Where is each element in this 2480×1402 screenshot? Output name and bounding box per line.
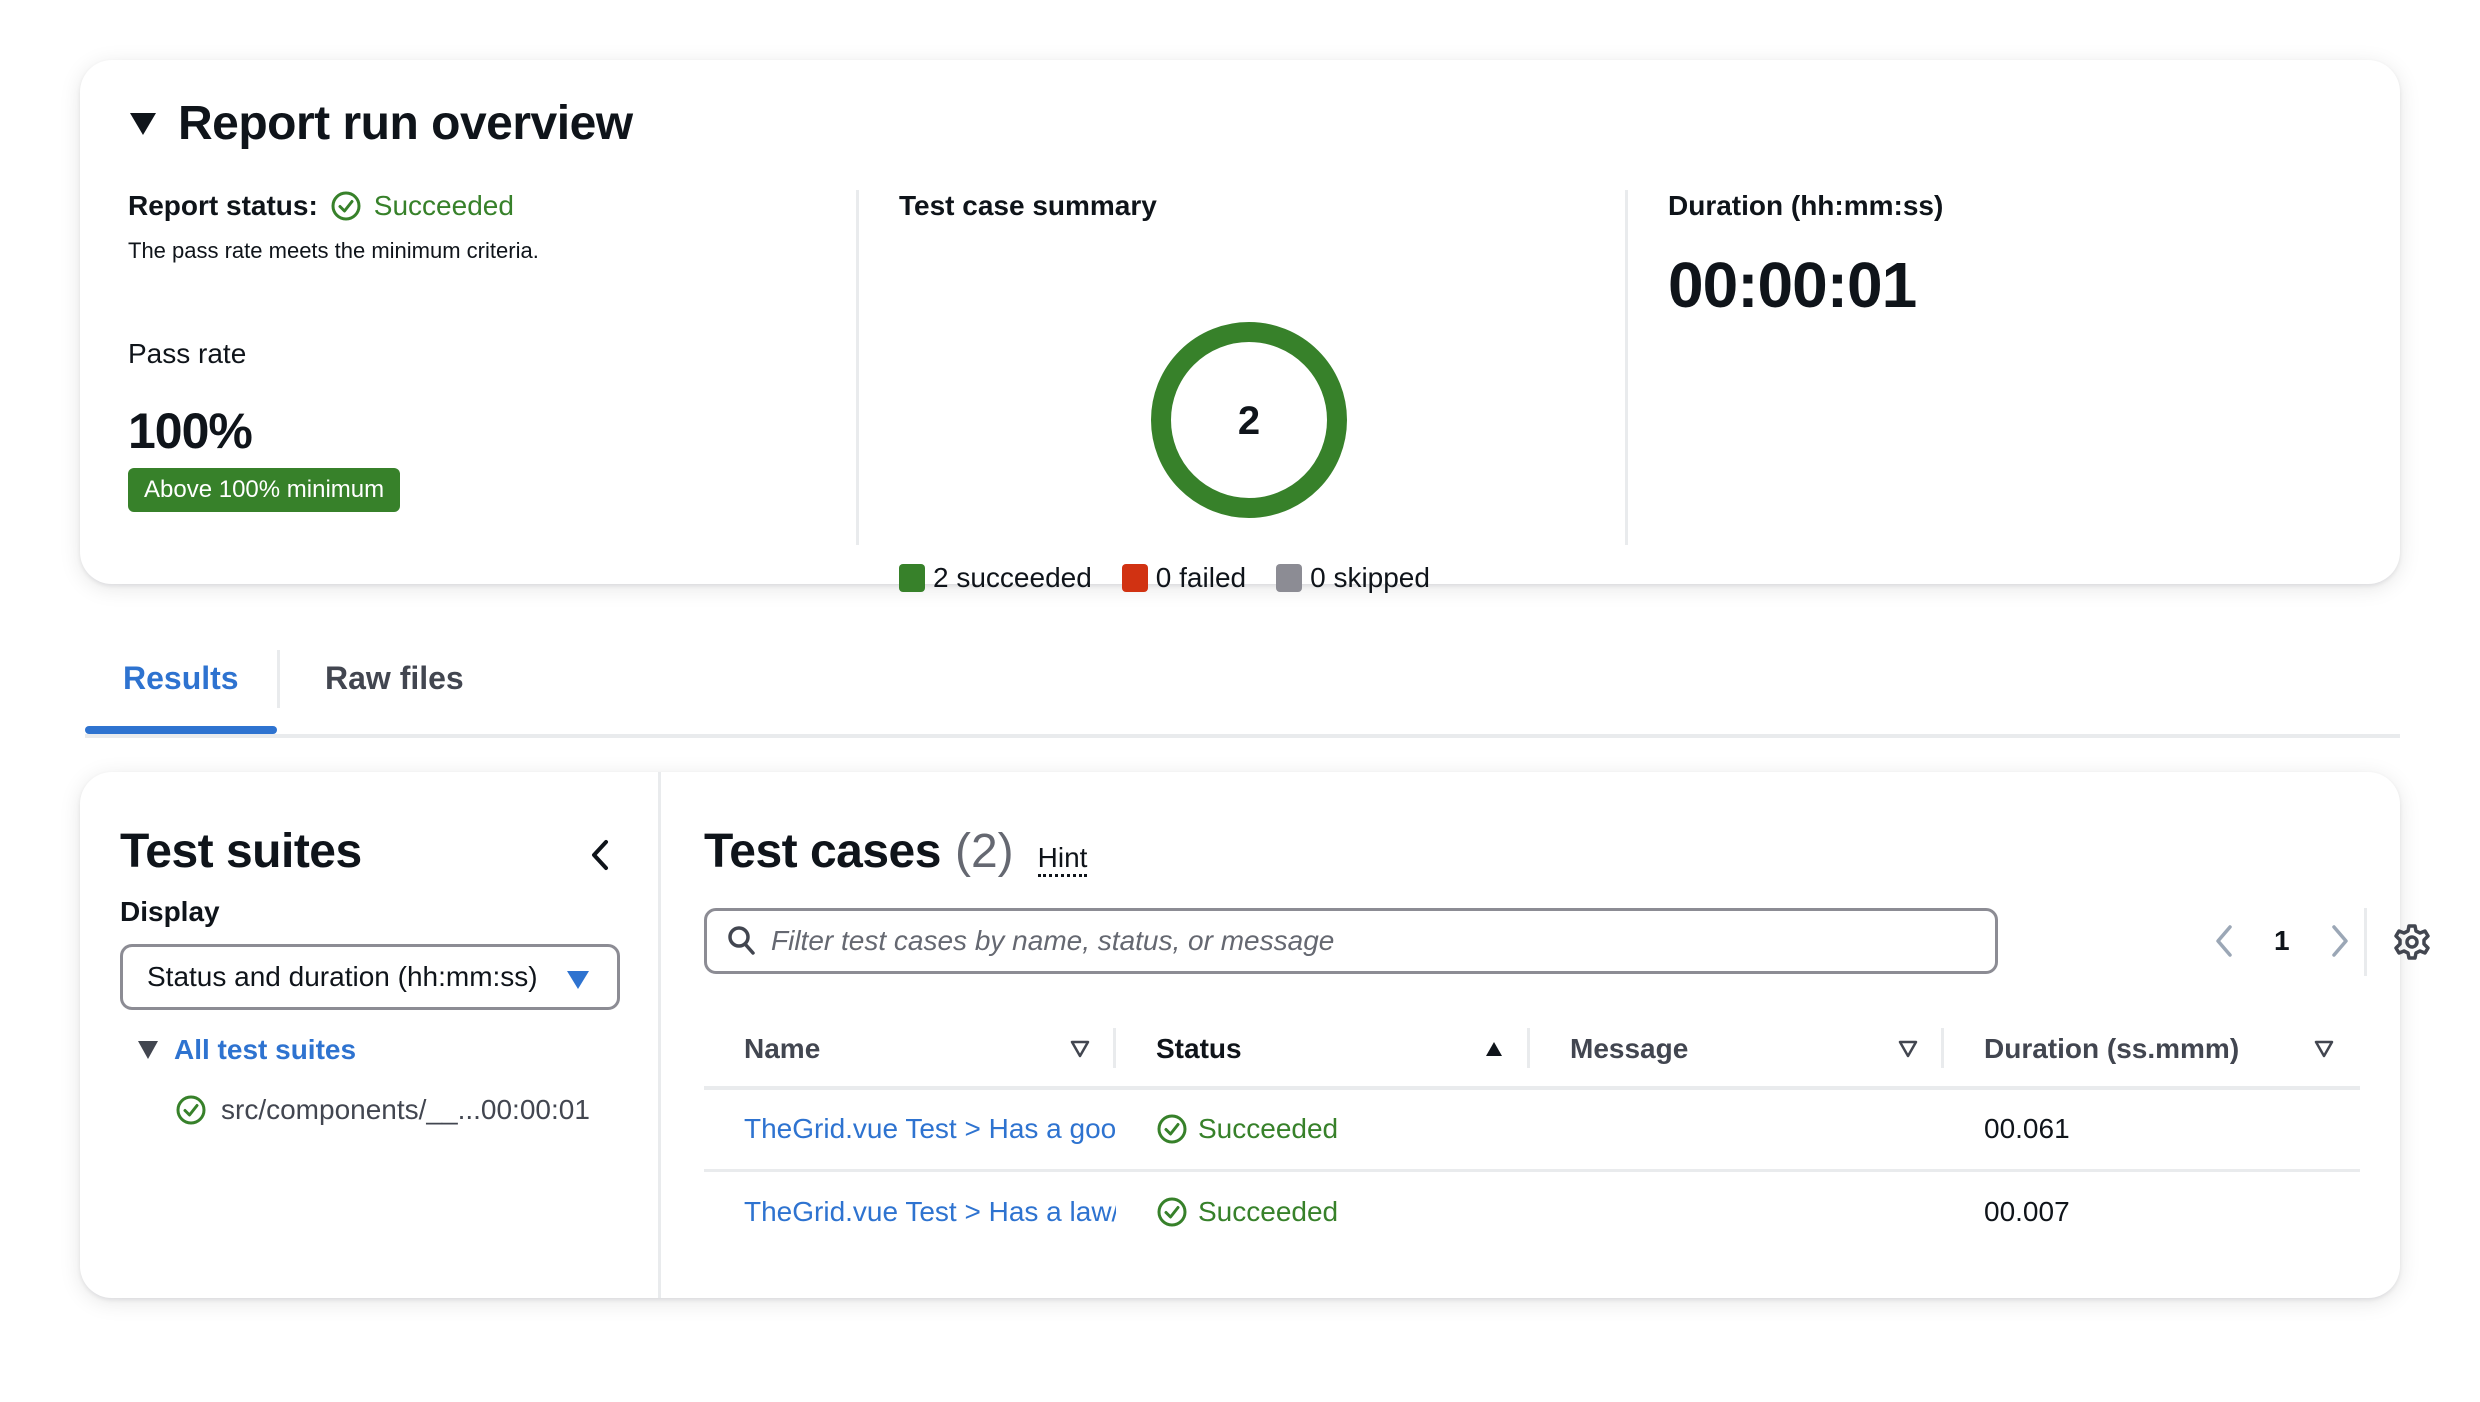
test-cases-pane: Test cases (2) Hint 1 Name Status	[664, 772, 2430, 1298]
pass-rate-value: 100%	[128, 403, 253, 459]
status-text: Succeeded	[1198, 1195, 1339, 1227]
status-cell: Succeeded	[1116, 1170, 1530, 1252]
donut-svg: 2	[1151, 322, 1347, 518]
tab-results[interactable]: Results	[123, 660, 239, 697]
suite-item[interactable]: src/components/__... 00:00:01	[175, 1094, 590, 1126]
tab-bar: Results Raw files	[85, 640, 2400, 738]
duration-label: Duration (hh:mm:ss)	[1668, 190, 1944, 221]
column-status-label: Status	[1156, 1033, 1242, 1064]
table-row: TheGrid.vue Test > Has a law/ Succeeded …	[704, 1170, 2360, 1252]
legend-swatch	[1121, 564, 1148, 592]
status-cell: Succeeded	[1116, 1088, 1530, 1172]
report-status-value: Succeeded	[373, 190, 514, 221]
legend-item-skipped: 0 skipped	[1276, 562, 1430, 594]
legend-swatch	[1276, 564, 1303, 592]
legend-swatch	[899, 564, 925, 592]
caret-down-icon[interactable]	[130, 112, 156, 135]
filter-input[interactable]	[771, 925, 1921, 957]
gear-icon[interactable]	[2392, 922, 2432, 962]
legend-item-failed: 0 failed	[1121, 562, 1247, 594]
report-overview-card: Report run overview Report status: Succe…	[80, 60, 2400, 593]
hint-link[interactable]: Hint	[1037, 842, 1088, 877]
pager-divider	[2364, 908, 2367, 976]
search-icon	[728, 926, 755, 955]
overview-title: Report run overview	[178, 97, 633, 150]
tab-raw-files[interactable]: Raw files	[325, 660, 464, 697]
suite-name: src/components/__...	[221, 1094, 481, 1125]
table-row: TheGrid.vue Test > Has a good Succeeded …	[704, 1088, 2360, 1172]
overview-header[interactable]: Report run overview	[130, 96, 633, 151]
sort-descending-icon[interactable]	[1898, 1040, 1918, 1058]
pass-rate-label: Pass rate	[128, 338, 247, 369]
summary-legend: 2 succeeded 0 failed 0 skipped	[899, 562, 1430, 594]
check-circle-icon	[1157, 1197, 1187, 1227]
page-number[interactable]: 1	[2274, 925, 2290, 957]
duration-column: Duration (hh:mm:ss) 00:00:01	[1625, 190, 2325, 545]
message-cell	[1530, 1088, 1944, 1172]
summary-label: Test case summary	[899, 190, 1157, 221]
sort-descending-icon[interactable]	[2314, 1040, 2334, 1058]
display-select[interactable]: Status and duration (hh:mm:ss)	[120, 944, 620, 1010]
pagination: 1	[2204, 908, 2360, 974]
test-cases-count: (2)	[954, 825, 1014, 878]
caret-down-icon	[567, 971, 589, 989]
active-tab-indicator	[85, 726, 277, 734]
column-name-label: Name	[744, 1033, 821, 1064]
status-text: Succeeded	[1198, 1113, 1339, 1145]
previous-page-button[interactable]	[2204, 921, 2244, 961]
test-cases-header: Test cases (2) Hint	[704, 824, 1088, 879]
column-header-message[interactable]: Message	[1530, 1012, 1944, 1090]
legend-label: 0 failed	[1155, 562, 1247, 593]
message-cell	[1530, 1170, 1944, 1252]
column-duration-label: Duration (ss.mmm)	[1984, 1033, 2240, 1064]
check-circle-icon	[1157, 1114, 1187, 1144]
test-case-name-link[interactable]: TheGrid.vue Test > Has a good	[704, 1088, 1116, 1172]
all-test-suites-link[interactable]: All test suites	[174, 1034, 356, 1066]
sort-ascending-icon[interactable]	[1484, 1040, 1504, 1058]
tree-all-test-suites[interactable]: All test suites	[138, 1034, 356, 1066]
pass-rate-badge: Above 100% minimum	[128, 468, 401, 512]
display-label: Display	[120, 896, 220, 927]
sort-descending-icon[interactable]	[1070, 1040, 1090, 1058]
check-circle-icon	[176, 1095, 206, 1125]
next-page-button[interactable]	[2320, 921, 2360, 961]
legend-label: 2 succeeded	[933, 562, 1092, 593]
chevron-left-icon[interactable]	[580, 830, 620, 880]
filter-field[interactable]	[704, 908, 1998, 974]
results-card: Test suites Display Status and duration …	[80, 772, 2430, 1298]
test-suites-pane: Test suites Display Status and duration …	[80, 772, 661, 1298]
donut-center-label: 2	[1238, 399, 1260, 443]
duration-cell: 00.007	[1984, 1195, 2070, 1227]
check-circle-icon	[331, 191, 361, 221]
chevron-left-icon	[2216, 925, 2232, 957]
suite-duration: 00:00:01	[480, 1094, 590, 1125]
test-suites-title: Test suites	[120, 825, 362, 878]
legend-item-succeeded: 2 succeeded	[899, 562, 1092, 594]
duration-value: 00:00:01	[1668, 249, 1917, 321]
table-header-row: Name Status Message Duration (ss.mmm)	[704, 1012, 2360, 1090]
legend-label: 0 skipped	[1310, 562, 1430, 593]
duration-cell: 00.061	[1944, 1088, 2360, 1172]
report-status-column: Report status: Succeeded The pass rate m…	[128, 190, 848, 545]
status-description: The pass rate meets the minimum criteria…	[128, 238, 539, 263]
column-header-status[interactable]: Status	[1116, 1012, 1530, 1090]
report-status-label: Report status:	[128, 190, 318, 221]
tab-divider	[277, 650, 280, 708]
test-cases-table: Name Status Message Duration (ss.mmm) Th…	[704, 1012, 2360, 1252]
caret-down-icon[interactable]	[138, 1041, 158, 1059]
column-header-name[interactable]: Name	[704, 1012, 1116, 1090]
test-case-summary-column: Test case summary 2 2 succeeded 0 failed 0…	[856, 190, 1626, 593]
test-cases-title: Test cases	[704, 825, 941, 878]
display-select-value: Status and duration (hh:mm:ss)	[147, 961, 538, 992]
test-case-name-link[interactable]: TheGrid.vue Test > Has a law/	[704, 1170, 1116, 1252]
summary-donut-chart: 2	[1139, 310, 1359, 530]
column-message-label: Message	[1570, 1033, 1689, 1064]
column-header-duration[interactable]: Duration (ss.mmm)	[1944, 1012, 2360, 1090]
chevron-right-icon	[2331, 925, 2348, 957]
